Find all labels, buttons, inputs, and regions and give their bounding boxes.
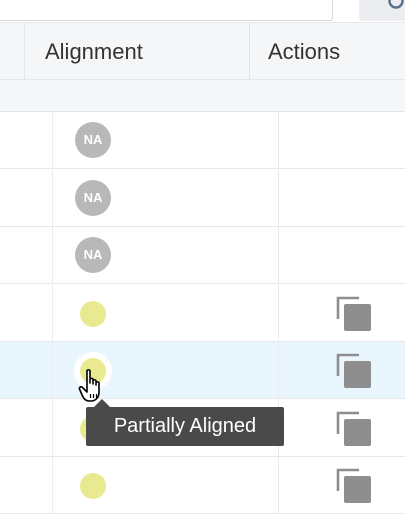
- table-row[interactable]: [0, 342, 405, 399]
- tooltip: Partially Aligned: [86, 407, 284, 446]
- column-divider: [278, 457, 279, 513]
- column-divider: [52, 112, 53, 168]
- search-bar: [0, 0, 405, 22]
- column-divider: [278, 169, 279, 226]
- alignment-status-indicator[interactable]: [74, 294, 112, 333]
- column-header-alignment[interactable]: Alignment: [45, 23, 143, 80]
- column-divider: [52, 342, 53, 398]
- column-divider: [278, 112, 279, 168]
- tooltip-arrow: [94, 399, 110, 407]
- search-button[interactable]: [359, 0, 405, 21]
- column-divider: [52, 284, 53, 341]
- copy-icon[interactable]: [335, 295, 373, 333]
- table-row[interactable]: [0, 284, 405, 342]
- copy-icon[interactable]: [335, 410, 373, 448]
- column-divider: [52, 399, 53, 456]
- table-header: Alignment Actions: [0, 22, 405, 80]
- alignment-na-badge[interactable]: NA: [75, 179, 111, 216]
- column-divider: [24, 23, 25, 80]
- partially-aligned-dot-icon: [80, 300, 106, 327]
- column-divider: [52, 227, 53, 283]
- table-row[interactable]: NA: [0, 112, 405, 169]
- alignment-status-indicator[interactable]: [74, 467, 112, 505]
- search-input[interactable]: [0, 0, 333, 21]
- alignment-na-badge[interactable]: NA: [75, 122, 111, 158]
- column-divider: [278, 342, 279, 398]
- column-divider: [278, 227, 279, 283]
- table-view: Alignment Actions NA NA NA Partially Align…: [0, 0, 405, 521]
- copy-icon[interactable]: [335, 352, 373, 390]
- partially-aligned-dot-icon: [80, 473, 106, 499]
- table-row[interactable]: NA: [0, 169, 405, 227]
- copy-icon[interactable]: [335, 467, 373, 505]
- column-divider: [278, 284, 279, 341]
- filter-row: [0, 80, 405, 112]
- table-row[interactable]: [0, 457, 405, 514]
- column-header-actions[interactable]: Actions: [268, 23, 340, 80]
- alignment-na-badge[interactable]: NA: [75, 237, 111, 273]
- search-icon: [388, 0, 404, 9]
- column-divider: [52, 169, 53, 226]
- column-divider: [249, 23, 250, 80]
- table-row[interactable]: NA: [0, 227, 405, 284]
- column-divider: [52, 457, 53, 513]
